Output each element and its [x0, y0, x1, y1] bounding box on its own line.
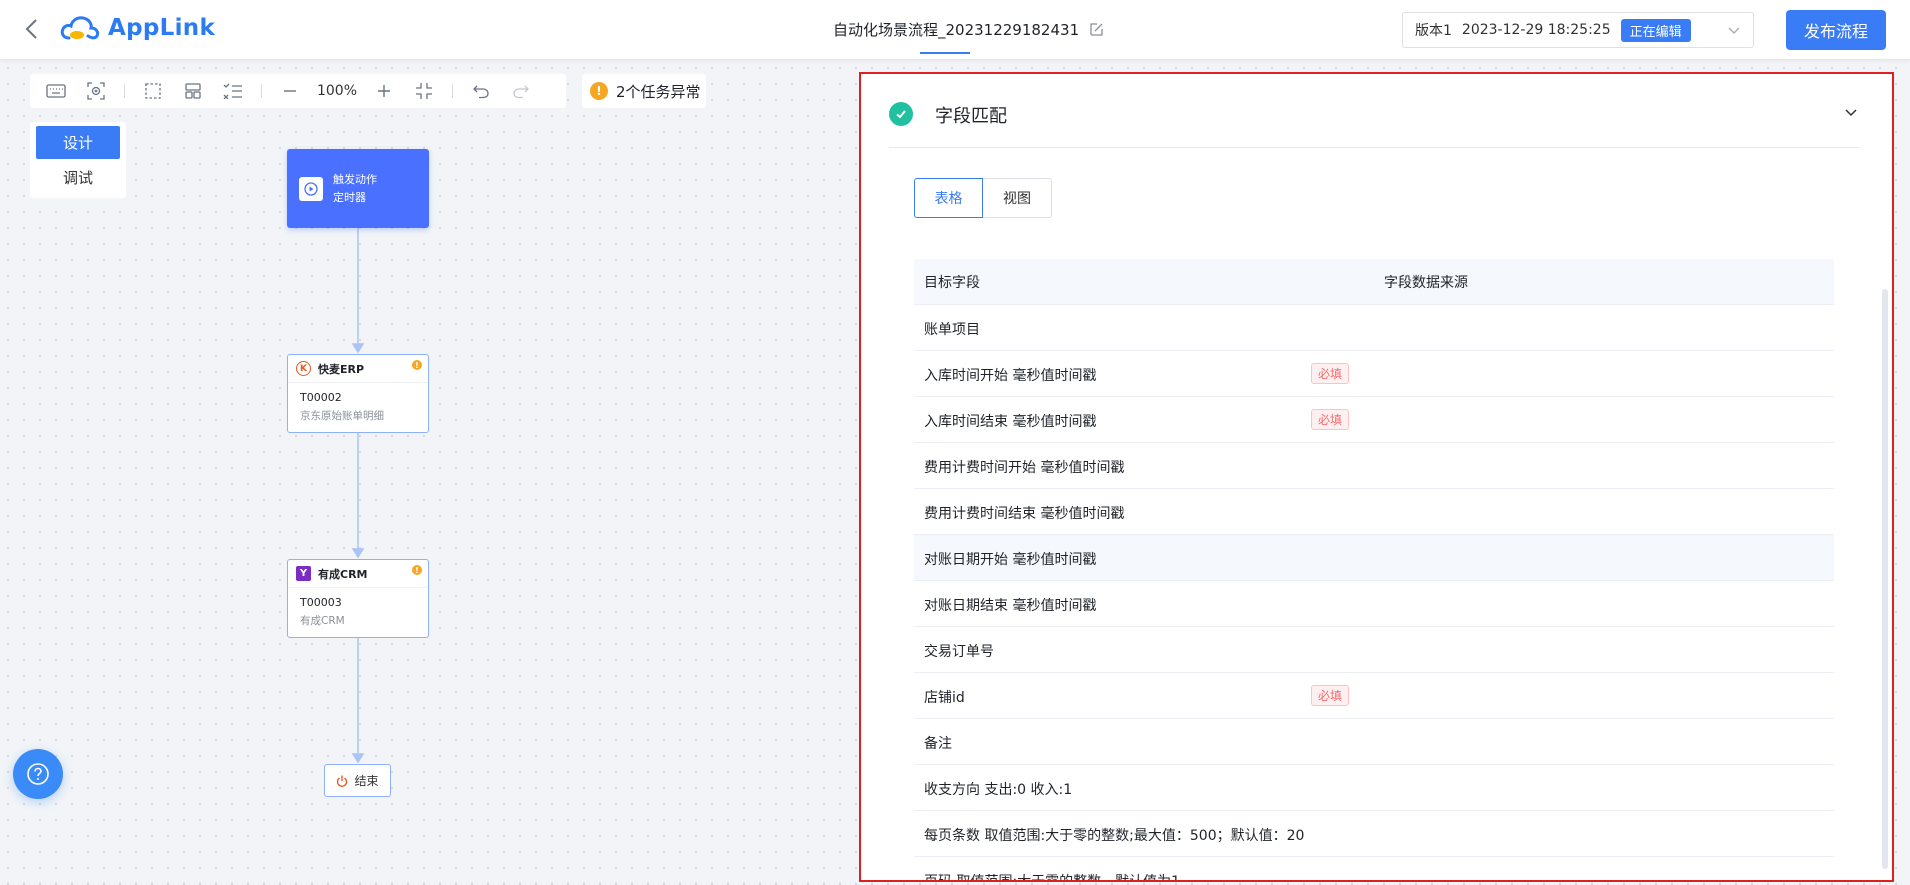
- trigger-node[interactable]: 触发动作 定时器: [287, 149, 429, 228]
- youcheng-crm-icon: Y: [296, 566, 311, 581]
- trigger-type: 触发动作: [333, 172, 377, 186]
- warning-icon: !: [412, 360, 422, 370]
- target-field-name: 对账日期开始 毫秒值时间戳: [924, 552, 1097, 568]
- version-time: 2023-12-29 18:25:25: [1461, 22, 1611, 38]
- target-field-name: 店铺id: [924, 690, 965, 706]
- tab-table[interactable]: 表格: [914, 178, 983, 218]
- table-row[interactable]: 费用计费时间开始 毫秒值时间戳: [914, 443, 1834, 489]
- table-row[interactable]: 店铺id 必填: [914, 673, 1834, 719]
- logo-text: AppLink: [108, 15, 216, 41]
- table-row[interactable]: 交易订单号: [914, 627, 1834, 673]
- target-field-name: 对账日期结束 毫秒值时间戳: [924, 598, 1097, 614]
- table-row[interactable]: 备注: [914, 719, 1834, 765]
- crm-task-node[interactable]: Y 有成CRM ! T00003 有成CRM: [287, 559, 429, 638]
- editing-status-badge: 正在编辑: [1620, 18, 1691, 42]
- end-node-label: 结束: [354, 774, 379, 788]
- erp-task-node[interactable]: K 快麦ERP ! T00002 京东原始账单明细: [287, 354, 429, 433]
- table-header: 目标字段 字段数据来源: [914, 259, 1834, 305]
- column-header-target-field: 目标字段: [924, 274, 980, 291]
- cloud-logo-icon: [60, 16, 100, 40]
- check-icon: [889, 102, 913, 126]
- node-app-name: 快麦ERP: [318, 362, 365, 376]
- warning-icon: !: [412, 565, 422, 575]
- field-mapping-table: 目标字段 字段数据来源 账单项目 入库时间开始 毫秒值时间戳 必填 入库时间结束 毫秒…: [914, 259, 1834, 882]
- target-field-name: 交易订单号: [924, 644, 994, 660]
- question-icon: [27, 763, 49, 785]
- node-code: T00002: [300, 391, 342, 404]
- target-field-name: 费用计费时间开始 毫秒值时间戳: [924, 460, 1125, 476]
- node-code: T00003: [300, 596, 342, 609]
- chevron-down-icon: [1728, 27, 1740, 34]
- table-row[interactable]: 对账日期结束 毫秒值时间戳: [914, 581, 1834, 627]
- table-row[interactable]: 每页条数 取值范围:大于零的整数;最大值：500；默认值：20: [914, 811, 1834, 857]
- table-row[interactable]: 费用计费时间结束 毫秒值时间戳: [914, 489, 1834, 535]
- target-field-name: 入库时间开始 毫秒值时间戳: [924, 368, 1097, 384]
- field-mapping-panel: 字段匹配 表格 视图 目标字段 字段数据来源 账单项目入库时间开始 毫秒值时间戳…: [859, 72, 1894, 882]
- back-arrow-icon[interactable]: [18, 14, 44, 44]
- target-field-name: 账单项目: [924, 322, 980, 338]
- tab-view[interactable]: 视图: [983, 178, 1052, 218]
- required-tag: 必填: [1311, 409, 1350, 430]
- kuaimai-erp-icon: K: [296, 361, 311, 376]
- panel-header: 字段匹配: [889, 88, 1859, 148]
- target-field-name: 入库时间结束 毫秒值时间戳: [924, 414, 1097, 430]
- table-row[interactable]: 页码 取值范围:大于零的整数。默认值为1: [914, 857, 1834, 882]
- trigger-name: 定时器: [333, 190, 366, 204]
- end-node[interactable]: 结束: [324, 764, 391, 797]
- top-header: AppLink 自动化场景流程_20231229182431 版本1 2023-…: [0, 0, 1910, 60]
- node-description: 有成CRM: [300, 615, 345, 627]
- scrollbar[interactable]: [1882, 289, 1888, 869]
- node-description: 京东原始账单明细: [300, 410, 384, 422]
- chevron-down-icon[interactable]: [1843, 104, 1859, 120]
- document-title-text: 自动化场景流程_20231229182431: [833, 21, 1080, 39]
- play-icon: [299, 176, 323, 201]
- panel-title: 字段匹配: [935, 106, 1007, 127]
- publish-flow-button[interactable]: 发布流程: [1786, 10, 1886, 50]
- target-field-name: 费用计费时间结束 毫秒值时间戳: [924, 506, 1125, 522]
- table-row[interactable]: 入库时间结束 毫秒值时间戳 必填: [914, 397, 1834, 443]
- app-logo[interactable]: AppLink: [60, 14, 215, 42]
- column-header-data-source: 字段数据来源: [1384, 274, 1468, 291]
- title-underline: [920, 52, 970, 54]
- document-title[interactable]: 自动化场景流程_20231229182431: [833, 19, 1104, 40]
- version-select[interactable]: 版本1 2023-12-29 18:25:25 正在编辑: [1402, 12, 1754, 48]
- node-app-name: 有成CRM: [318, 567, 368, 581]
- required-tag: 必填: [1311, 363, 1350, 384]
- view-toggle: 表格 视图: [914, 178, 1052, 218]
- target-field-name: 备注: [924, 736, 952, 752]
- required-tag: 必填: [1311, 685, 1350, 706]
- table-row[interactable]: 对账日期开始 毫秒值时间戳: [914, 535, 1834, 581]
- edit-icon[interactable]: [1089, 22, 1104, 37]
- table-row[interactable]: 收支方向 支出:0 收入:1: [914, 765, 1834, 811]
- table-row[interactable]: 账单项目: [914, 305, 1834, 351]
- target-field-name: 收支方向 支出:0 收入:1: [924, 782, 1073, 798]
- target-field-name: 每页条数 取值范围:大于零的整数;最大值：500；默认值：20: [924, 828, 1305, 844]
- help-button[interactable]: [13, 749, 63, 799]
- target-field-name: 页码 取值范围:大于零的整数。默认值为1: [924, 874, 1181, 882]
- power-icon: [337, 775, 348, 787]
- table-row[interactable]: 入库时间开始 毫秒值时间戳 必填: [914, 351, 1834, 397]
- version-label: 版本1: [1415, 23, 1452, 39]
